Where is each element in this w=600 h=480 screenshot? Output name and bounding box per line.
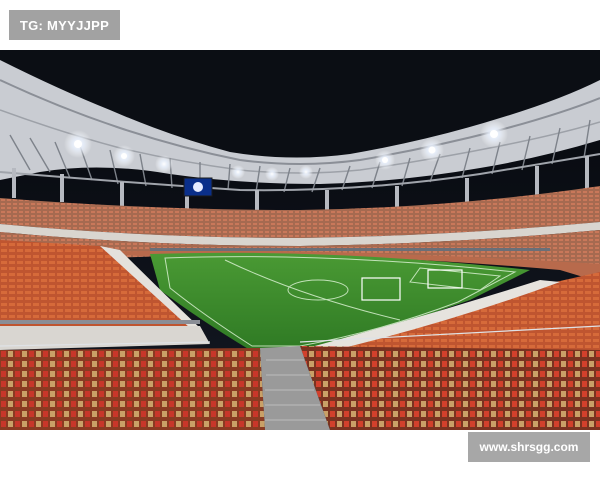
video-screen <box>183 177 213 197</box>
stadium-photo <box>0 50 600 430</box>
watermark: www.shrsgg.com <box>468 432 590 462</box>
tag-badge: TG: MYYJJPP <box>9 10 120 40</box>
front-seats <box>0 346 600 430</box>
watermark-text: www.shrsgg.com <box>479 440 579 454</box>
tag-label: TG: MYYJJPP <box>19 17 110 33</box>
stadium-illustration <box>0 50 600 430</box>
